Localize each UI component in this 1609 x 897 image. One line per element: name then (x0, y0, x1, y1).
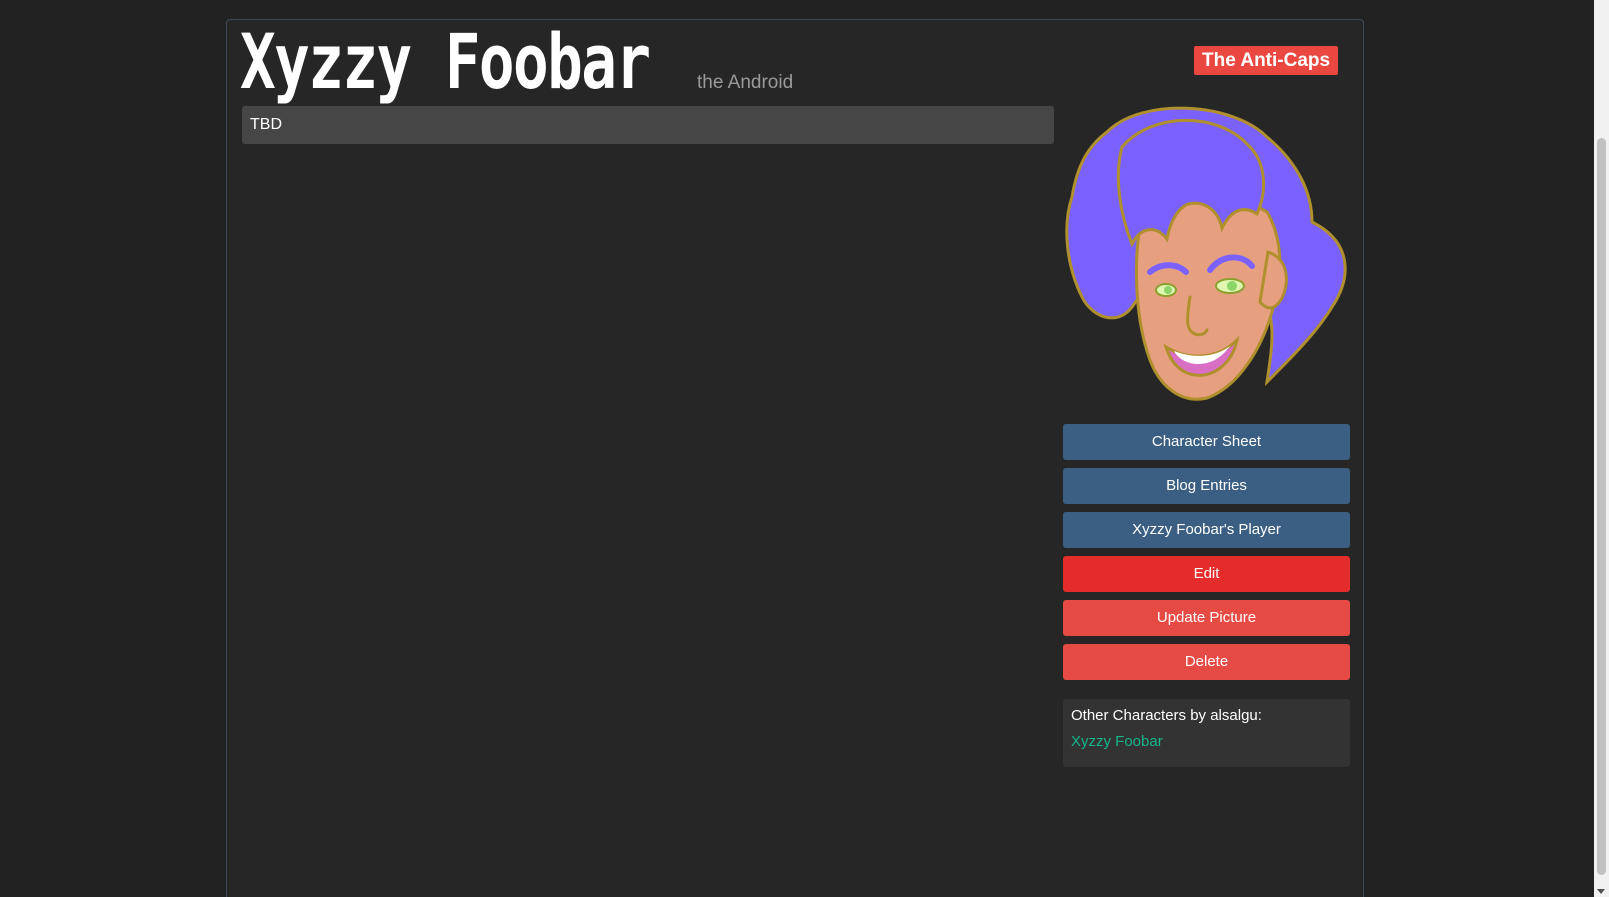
scrollbar-thumb[interactable] (1597, 138, 1606, 875)
character-subtitle: the Android (697, 72, 794, 93)
character-page: Xyzzy Foobar the Android The Anti-Caps T… (0, 0, 1609, 897)
delete-button[interactable]: Delete (1063, 644, 1350, 680)
page-title: Xyzzy Foobar the Android (240, 22, 793, 102)
blog-entries-button[interactable]: Blog Entries (1063, 468, 1350, 504)
left-iris (1164, 286, 1172, 294)
scroll-down-arrow-icon[interactable] (1597, 889, 1605, 894)
vertical-scrollbar[interactable] (1594, 0, 1609, 897)
character-portrait-icon (1065, 106, 1347, 401)
other-characters-panel: Other Characters by alsalgu: Xyzzy Fooba… (1063, 699, 1350, 767)
other-character-link[interactable]: Xyzzy Foobar (1071, 733, 1163, 751)
team-badge[interactable]: The Anti-Caps (1194, 46, 1339, 75)
character-description: TBD (242, 106, 1054, 144)
edit-button[interactable]: Edit (1063, 556, 1350, 592)
character-sheet-button[interactable]: Character Sheet (1063, 424, 1350, 460)
right-iris (1227, 281, 1237, 291)
player-button[interactable]: Xyzzy Foobar's Player (1063, 512, 1350, 548)
update-picture-button[interactable]: Update Picture (1063, 600, 1350, 636)
other-characters-label: Other Characters by alsalgu: (1071, 707, 1262, 724)
character-name: Xyzzy Foobar (240, 17, 651, 106)
